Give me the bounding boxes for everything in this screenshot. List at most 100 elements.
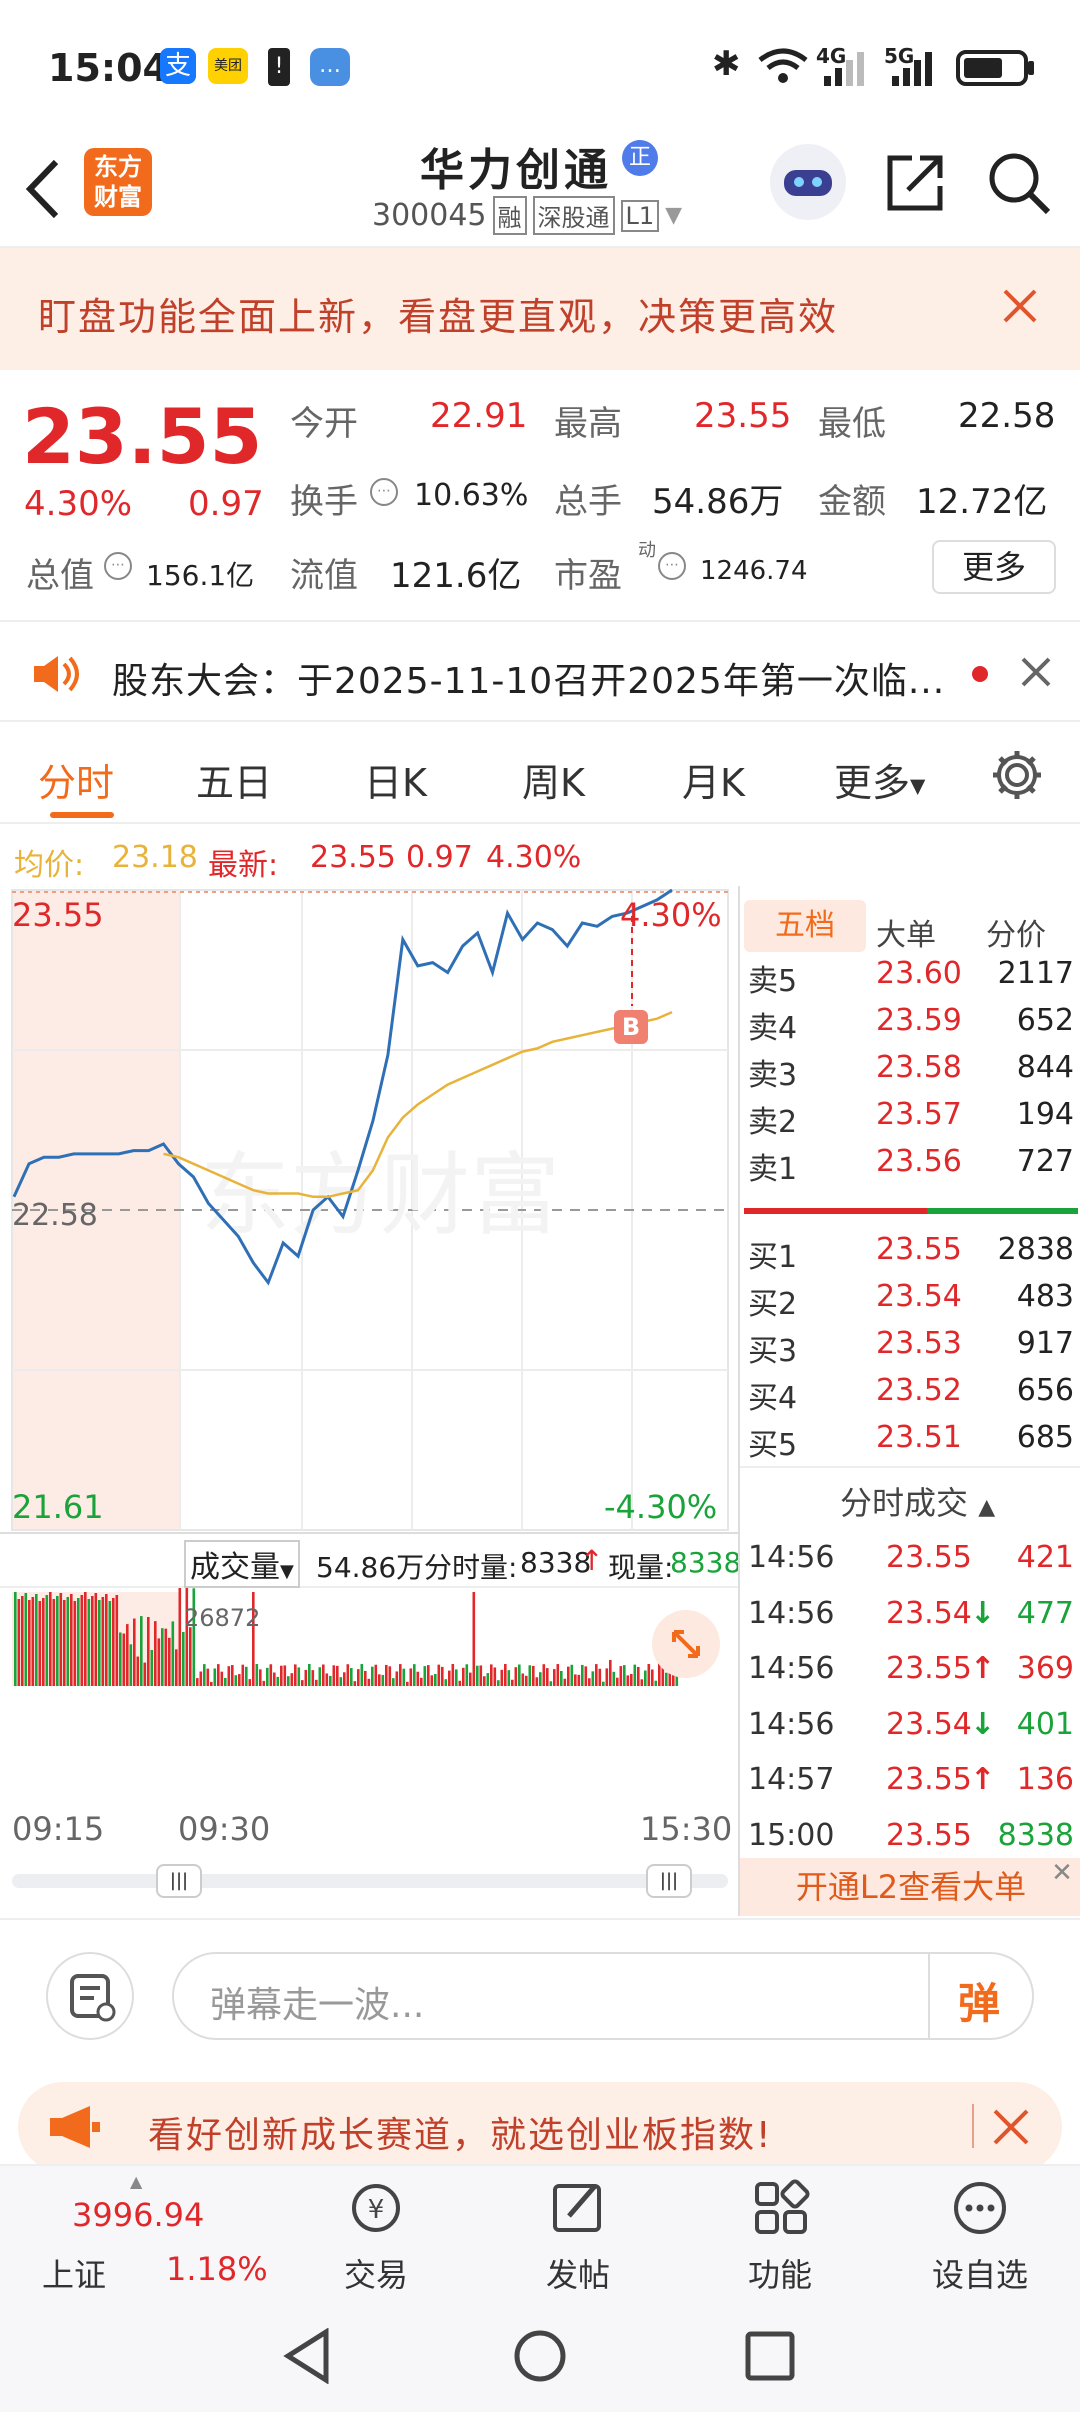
trade-time: 14:56 [748,1651,835,1686]
range-handle-right[interactable]: ||| [646,1864,692,1898]
danmaku-input[interactable]: 弹幕走一波... 弹 [172,1952,1034,2040]
nav-post[interactable]: 发帖 [498,2176,658,2296]
nav-add-watchlist[interactable]: 设自选 [900,2176,1060,2296]
trades-title[interactable]: 分时成交 ▲ [840,1478,995,1524]
volume-bar [602,1681,605,1686]
document-icon [70,1974,116,2022]
intraday-chart[interactable]: 东方财富 23.55 4.30% 22.58 21.61 -4.30% B 成交… [0,886,741,1922]
volume-bar [217,1664,220,1686]
volume-bar [66,1597,70,1686]
low-label: 最低 [818,404,886,444]
tab-big-orders[interactable]: 大单 [876,910,936,954]
promo-bar[interactable]: 看好创新成长赛道，就选创业板指数! [18,2082,1062,2172]
volume-bar [504,1664,507,1686]
nav-trade[interactable]: ¥ 交易 [296,2176,456,2296]
home-circle-icon[interactable] [512,2328,568,2384]
close-icon[interactable]: ✕ [1046,1858,1078,1890]
ask-row[interactable]: 卖3 23.58 844 [740,1044,1080,1093]
divider [928,1954,930,2038]
volume-bar [147,1616,150,1686]
back-icon[interactable] [22,158,62,220]
ask-row[interactable]: 卖2 23.57 194 [740,1091,1080,1140]
recents-square-icon[interactable] [744,2330,796,2382]
buy-marker[interactable]: B [614,1010,648,1044]
volume-bar [38,1601,42,1686]
volume-bar [17,1599,21,1686]
ask-price: 23.59 [876,1003,962,1038]
ask-level-label: 卖5 [748,964,798,999]
more-button[interactable]: 更多 [932,540,1056,594]
l2-upgrade-button[interactable]: 开通L2查看大单 [740,1858,1080,1916]
volume-bar [143,1662,147,1686]
volume-bar [493,1667,497,1686]
feature-banner[interactable]: 盯盘功能全面上新，看盘更直观，决策更高效 [0,248,1080,370]
trade-direction-icon: ↓ [970,1595,996,1631]
index-pct[interactable]: 1.18% [166,2250,268,2288]
volume-selector[interactable]: 成交量▼ [184,1540,300,1588]
ask-row[interactable]: 卖4 23.59 652 [740,997,1080,1046]
quote-panel: 23.55 4.30% 0.97 总值 ⋯ 156.1亿 今开 22.91 最高… [0,370,1080,620]
search-icon[interactable] [986,150,1054,218]
share-icon[interactable] [884,150,948,214]
volume-bar [311,1670,315,1686]
volume-bar [80,1595,84,1686]
volume-bar [129,1644,133,1686]
danmaku-placeholder: 弹幕走一波... [210,1985,425,2026]
tab-five-day[interactable]: 五日 [196,752,272,807]
volume-bar [616,1677,619,1686]
tab-weekly-k[interactable]: 周K [522,752,585,807]
volume-bar [437,1664,441,1686]
close-icon[interactable] [1020,656,1052,688]
back-triangle-icon[interactable] [282,2328,332,2384]
bid-row[interactable]: 买3 23.53 917 [740,1320,1080,1369]
bid-price: 23.52 [876,1373,962,1408]
volume-bar [598,1668,602,1686]
danmaku-toggle-icon[interactable]: 弹 [958,1970,1000,2031]
fullscreen-button[interactable] [652,1610,720,1678]
volume-bar [339,1677,343,1686]
bid-row[interactable]: 买1 23.55 2838 [740,1226,1080,1275]
volume-bar [490,1664,493,1686]
volume-bar [203,1664,206,1686]
settings-gear-icon[interactable] [990,748,1044,802]
ask-row[interactable]: 卖1 23.56 727 [740,1138,1080,1187]
nav-add-watchlist-label: 设自选 [931,2256,1028,2294]
tab-price-dist[interactable]: 分价 [986,910,1046,954]
volume-bar [402,1668,406,1686]
tab-daily-k[interactable]: 日K [364,752,427,807]
stock-code: 300045 [372,198,487,233]
tab-more[interactable]: 更多▼ [834,752,925,807]
range-slider-track[interactable] [12,1874,728,1888]
tab-five-levels[interactable]: 五档 [744,900,866,952]
close-icon[interactable] [992,2108,1030,2146]
volume-bar [266,1667,269,1686]
volume-bar [35,1594,38,1686]
trade-volume: 8338 [997,1817,1074,1853]
bid-volume: 685 [1016,1420,1074,1455]
ask-level-label: 卖1 [748,1152,798,1187]
info-icon[interactable]: ⋯ [658,552,686,580]
info-icon[interactable]: ⋯ [370,478,398,506]
stock-code-row[interactable]: 300045 融 深股通 L1 ▼ [372,196,682,235]
tab-monthly-k[interactable]: 月K [682,752,745,807]
bid-row[interactable]: 买4 23.52 656 [740,1367,1080,1416]
assistant-avatar-icon[interactable] [770,144,846,220]
range-handle-left[interactable]: ||| [156,1864,202,1898]
bid-row[interactable]: 买2 23.54 483 [740,1273,1080,1322]
index-value[interactable]: 3996.94 [72,2196,204,2234]
ask-row[interactable]: 卖5 23.60 2117 [740,950,1080,999]
index-name[interactable]: 上证 [42,2250,106,2296]
banner-text: 盯盘功能全面上新，看盘更直观，决策更高效 [38,295,839,339]
notice-bar[interactable]: 股东大会：于2025-11-10召开2025年第一次临... [0,620,1080,722]
trade-direction-icon: ↓ [970,1706,996,1742]
bid-row[interactable]: 买5 23.51 685 [740,1414,1080,1463]
info-icon[interactable]: ⋯ [104,552,132,580]
brand-logo[interactable]: 东方财富 [84,148,152,216]
volume-bar [315,1679,318,1686]
volume-bar [294,1664,297,1686]
close-icon[interactable] [1002,288,1038,324]
total-mv-label: 总值 [26,556,94,596]
tab-fenshi[interactable]: 分时 [38,752,114,807]
comment-list-button[interactable] [46,1952,134,2040]
nav-functions[interactable]: 功能 [700,2176,860,2296]
